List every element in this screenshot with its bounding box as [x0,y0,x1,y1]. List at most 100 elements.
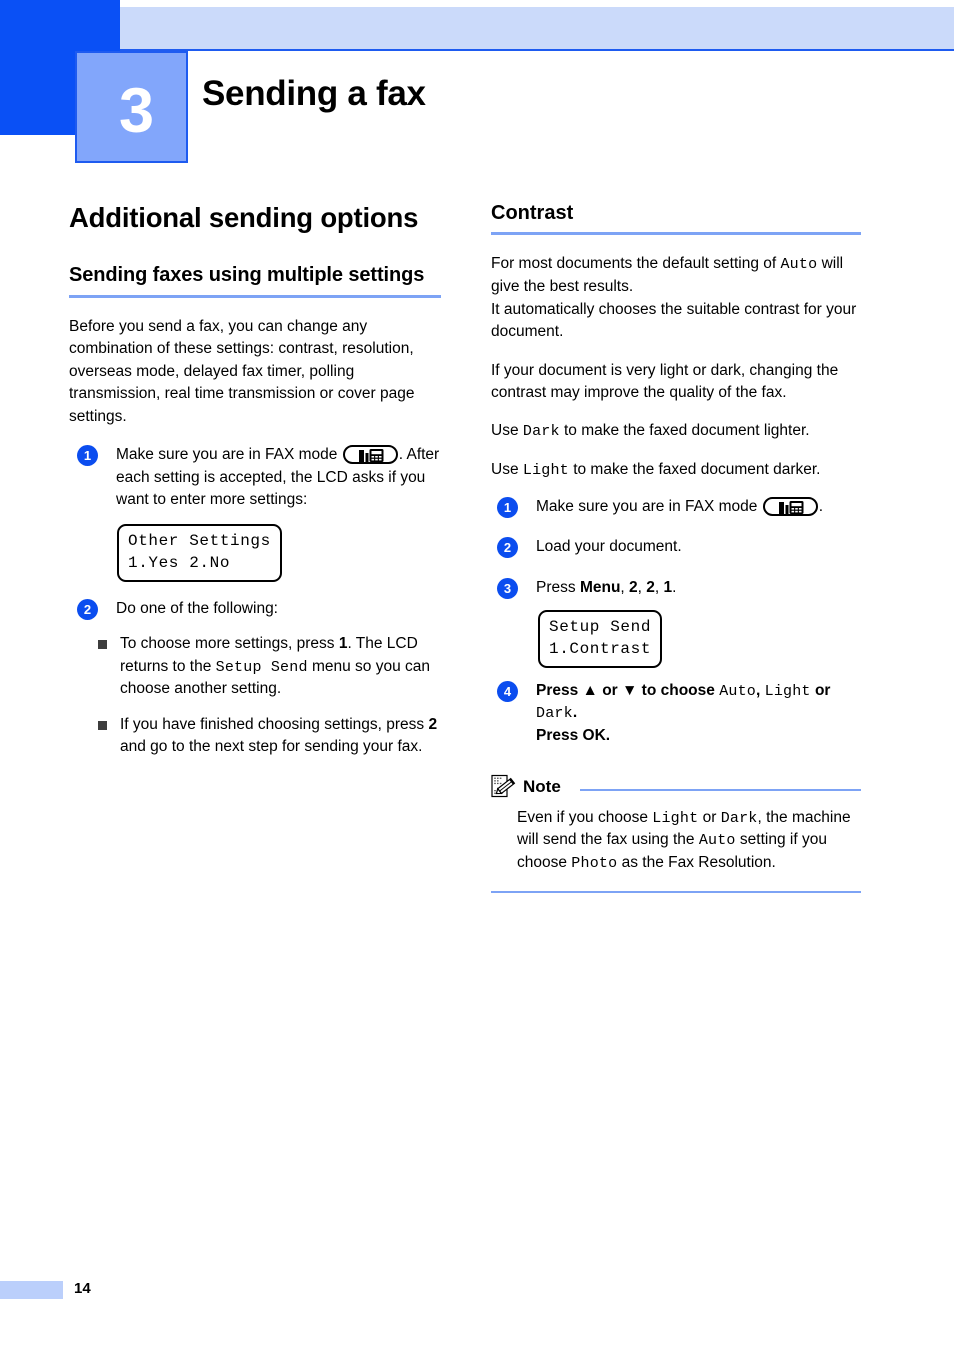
step-3-part1: Press [536,578,580,596]
para1-part1: For most documents the default setting o… [491,255,781,273]
note-text: Even if you choose Light or Dark, the ma… [517,807,861,875]
page-number: 14 [74,1280,91,1297]
step-badge: 2 [77,598,98,620]
bullet-2-bold1: 2 [428,715,438,733]
contrast-step-2-text: Load your document. [536,538,682,556]
step-3-part4: , [654,578,664,596]
lcd-line-2: 1.Contrast [549,639,652,658]
step-badge: 2 [497,537,518,559]
lcd-line-1: Other Settings [128,532,271,551]
note-header-rule [580,788,861,791]
contrast-paragraph-4: Use Light to make the faxed document dar… [491,459,861,482]
step-4-part8: . [605,727,611,745]
arrow-down-icon: ▼ [622,681,638,699]
step-4-part3: to choose [637,681,720,699]
contrast-step-4: 4 Press ▲ or ▼ to choose Auto, Light or … [491,680,861,748]
note-pencil-icon [491,774,517,805]
note-part2: or [698,808,721,826]
step-badge: 1 [77,445,98,467]
para1-part3: It automatically chooses the suitable co… [491,300,857,341]
step-3-key-3: 2 [646,578,655,596]
contrast-paragraph-3: Use Dark to make the faxed document ligh… [491,420,861,443]
step-2: 2 Do one of the following: [69,598,441,620]
step-4-mono2: Light [764,682,811,700]
section-heading: Additional sending options [69,202,419,233]
step-1-text-after: . [398,446,404,464]
list-item: If you have finished choosing settings, … [98,714,441,759]
lcd-display-2: Setup Send 1.Contrast [538,610,663,668]
contrast-step-2: 2 Load your document. [491,536,861,559]
step-1-text: Make sure you are in FAX mode [116,446,342,464]
step-4-mono1: Auto [719,682,756,700]
bullet-2-part1: If you have finished choosing settings, … [120,715,429,733]
note-mono4: Photo [571,855,618,873]
contrast-rule [491,232,861,236]
note-mono1: Light [652,809,699,827]
bullet-2-part2: and go to the next step for sending your… [120,738,423,756]
para3-part2: to make the faxed document lighter. [559,422,810,440]
right-column: Contrast For most documents the default … [491,200,861,893]
para4-part1: Use [491,461,523,479]
header-light-bar [120,7,954,49]
para1-mono1: Auto [780,256,818,274]
note-box: Note Even if you choose Light or Dark, t… [491,774,861,893]
fax-mode-icon [762,496,818,516]
lcd-display-1-wrapper: Other Settings 1.Yes 2.No [117,524,441,582]
step-3-menu-key: Menu [579,578,621,596]
para4-part2: to make the faxed document darker. [568,461,821,479]
note-part1: Even if you choose [517,808,653,826]
lcd-display-2-wrapper: Setup Send 1.Contrast [538,610,861,668]
note-header: Note [491,774,861,802]
lcd-display-1: Other Settings 1.Yes 2.No [117,524,282,582]
step-3-key-2: 2 [629,578,638,596]
para4-mono1: Light [522,462,569,480]
fax-mode-icon [342,445,398,465]
contrast-step-1-text-after: . [818,497,824,515]
bullet-1-part1: To choose more settings, press [120,635,339,653]
subsection-rule [69,294,441,298]
step-3-key-4: 1 [663,578,673,596]
note-mono2: Dark [720,809,758,827]
arrow-up-icon: ▲ [582,681,598,699]
list-item: To choose more settings, press 1. The LC… [98,633,441,701]
step-3-part3: , [637,578,647,596]
step-4-mono3: Dark [536,705,573,723]
lcd-line-1: Setup Send [549,618,652,637]
step-3-part5: . [672,578,677,596]
contrast-paragraph-1: For most documents the default setting o… [491,253,861,343]
step-4-part5: or [810,681,831,699]
bullet-1-mono1: Setup Send [215,658,308,676]
step-4-part1: Press [536,681,583,699]
step-badge: 3 [497,577,518,599]
step-4-part7: Press [536,727,583,745]
header-rule [120,49,954,51]
chapter-number-box: 3 [75,51,188,163]
left-column: Additional sending options Sending faxes… [69,200,441,772]
para3-mono1: Dark [522,423,560,441]
note-mono3: Auto [698,832,736,850]
note-footer-rule [491,890,861,893]
contrast-step-3: 3 Press Menu, 2, 2, 1. [491,577,861,599]
chapter-title: Sending a fax [202,74,426,113]
ok-key: OK [582,727,606,745]
note-part5: as the Fax Resolution. [617,854,776,872]
footer-bar [0,1281,63,1299]
intro-paragraph: Before you send a fax, you can change an… [69,317,415,425]
chapter-number: 3 [118,75,155,146]
step-2-text: Do one of the following: [116,599,278,617]
para3-part1: Use [491,422,523,440]
step-4-part6: . [572,704,578,722]
note-label: Note [523,776,561,796]
step-1: 1 Make sure you are in FAX mode . After … [69,444,441,511]
step-badge: 1 [497,496,518,518]
subsection-heading: Sending faxes using multiple settings [69,264,425,287]
bullet-list: To choose more settings, press 1. The LC… [69,633,441,759]
contrast-step-1-text: Make sure you are in FAX mode [536,497,762,515]
contrast-step-1: 1 Make sure you are in FAX mode . [491,496,861,518]
step-4-part2: or [597,681,623,699]
contrast-heading: Contrast [491,202,574,224]
contrast-paragraph-2: If your document is very light or dark, … [491,361,839,402]
lcd-line-2: 1.Yes 2.No [128,553,231,572]
step-3-part2: , [620,578,630,596]
step-4-part4: , [756,681,765,699]
